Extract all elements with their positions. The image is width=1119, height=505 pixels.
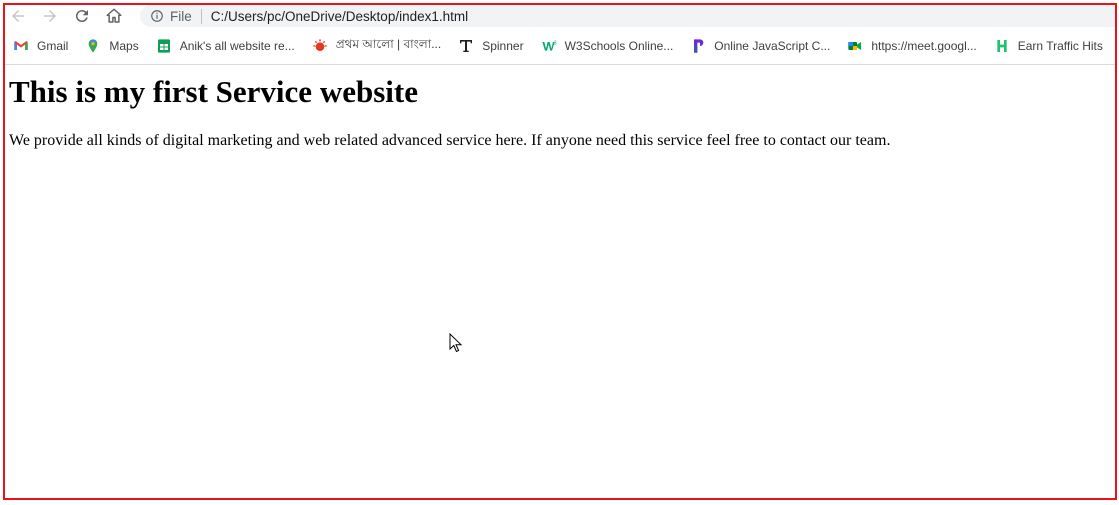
bookmark-label: প্রথম আলো | বাংলা... <box>335 37 442 51</box>
address-divider <box>200 8 202 24</box>
info-icon[interactable] <box>150 9 164 23</box>
forward-button[interactable] <box>37 5 63 27</box>
bookmark-spinner[interactable]: Spinner <box>458 38 524 54</box>
browser-toolbar: File C:/Users/pc/OneDrive/Desktop/index1… <box>5 5 1115 27</box>
bookmark-maps[interactable]: Maps <box>85 38 139 54</box>
mouse-cursor-icon <box>449 333 462 353</box>
sheets-icon <box>156 38 172 54</box>
page-heading: This is my first Service website <box>9 74 418 109</box>
spinner-t-icon <box>458 38 474 54</box>
meet-icon <box>847 38 863 54</box>
w3schools-icon: 3 <box>541 38 557 54</box>
toolbar-divider <box>5 64 1115 65</box>
bookmark-google-meet[interactable]: https://meet.googl... <box>847 38 977 54</box>
bookmark-label: Anik's all website re... <box>179 39 295 53</box>
bookmark-label: W3Schools Online... <box>564 39 674 53</box>
bookmark-label: Earn Traffic Hits <box>1017 39 1103 53</box>
svg-text:3: 3 <box>553 41 556 47</box>
home-icon <box>106 8 122 23</box>
arrow-left-icon <box>12 10 24 22</box>
arrow-right-icon <box>44 10 56 22</box>
home-button[interactable] <box>101 5 127 27</box>
back-button[interactable] <box>5 5 31 27</box>
address-url[interactable]: C:/Users/pc/OneDrive/Desktop/index1.html <box>211 9 468 24</box>
reload-icon <box>75 10 88 23</box>
gmail-icon <box>13 38 29 54</box>
address-scheme: File <box>170 8 192 24</box>
bookmark-label: Online JavaScript C... <box>714 39 831 53</box>
bookmark-gmail[interactable]: Gmail <box>13 38 68 54</box>
bookmark-playcode[interactable]: Online JavaScript C... <box>690 38 830 54</box>
bookmark-w3schools[interactable]: 3 W3Schools Online... <box>541 38 674 54</box>
maps-icon <box>85 38 101 54</box>
page-content: This is my first Service website We prov… <box>9 74 1109 151</box>
address-bar[interactable]: File C:/Users/pc/OneDrive/Desktop/index1… <box>140 5 1115 27</box>
prothomalo-icon <box>312 38 328 54</box>
bookmark-label: https://meet.googl... <box>871 39 977 53</box>
bookmark-label: Spinner <box>482 39 524 53</box>
playcode-icon <box>690 38 706 54</box>
bookmark-earn-traffic[interactable]: Earn Traffic Hits <box>994 38 1103 54</box>
bookmark-label: Maps <box>109 39 139 53</box>
bookmark-label: Gmail <box>37 39 69 53</box>
bookmark-anik-sheet[interactable]: Anik's all website re... <box>156 38 295 54</box>
page-paragraph: We provide all kinds of digital marketin… <box>9 132 891 149</box>
bookmark-prothomalo[interactable]: প্রথম আলো | বাংলা... <box>312 36 442 56</box>
earn-traffic-icon <box>994 38 1010 54</box>
bookmarks-bar: Gmail Maps Anik's all website re... প্রথ… <box>5 33 1115 59</box>
reload-button[interactable] <box>69 5 95 27</box>
